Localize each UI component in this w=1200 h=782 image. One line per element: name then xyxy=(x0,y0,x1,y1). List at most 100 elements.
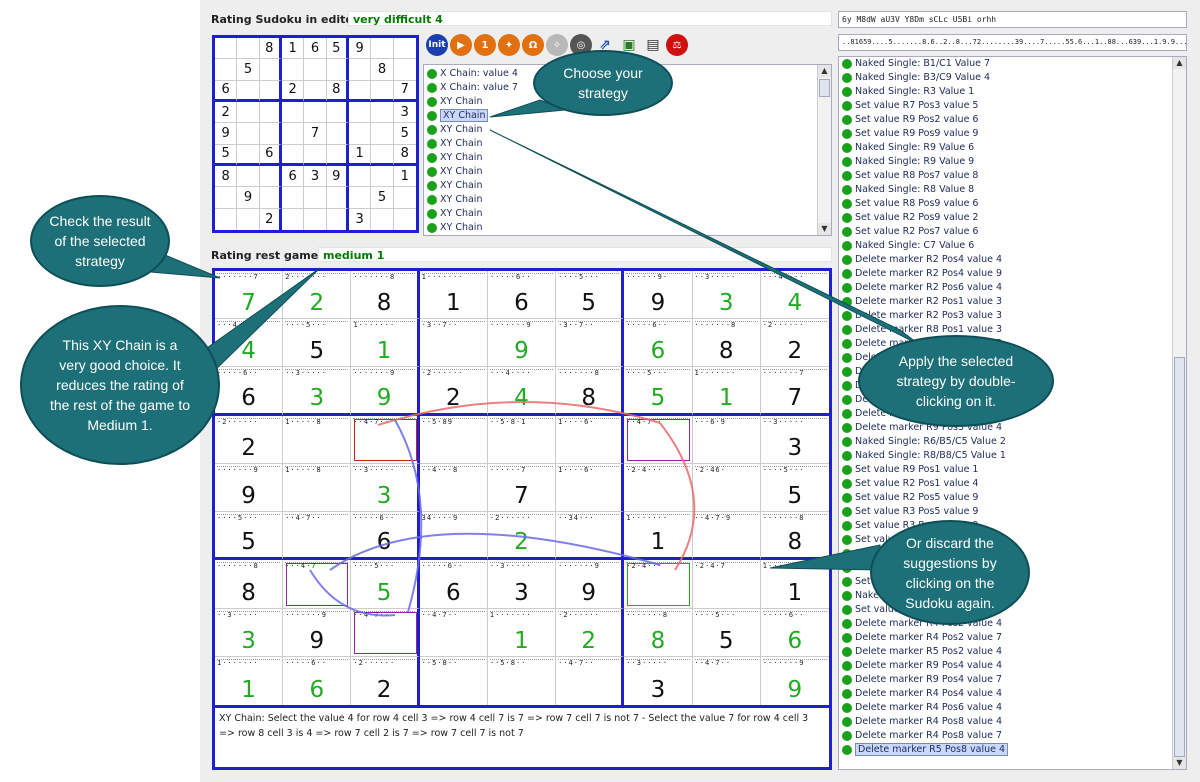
rest-cell[interactable]: ·····6·· 6 xyxy=(487,271,557,320)
rest-cell[interactable]: 1····6· xyxy=(556,463,625,513)
editor-cell[interactable] xyxy=(349,80,372,102)
editor-cell[interactable]: 5 xyxy=(326,38,349,60)
rest-cell[interactable]: ····5··· 5 xyxy=(351,560,420,609)
strategy-item[interactable]: XY Chain xyxy=(424,165,831,179)
editor-cell[interactable] xyxy=(304,208,327,230)
rest-cell[interactable]: 1······· 1 xyxy=(760,560,829,609)
editor-cell[interactable] xyxy=(371,144,394,166)
editor-cell[interactable] xyxy=(282,144,305,166)
editor-cell[interactable] xyxy=(349,59,372,81)
editor-cell[interactable] xyxy=(326,102,349,124)
editor-cell[interactable]: 1 xyxy=(393,166,416,188)
step-item[interactable]: Set value R9 Pos1 value 1 xyxy=(839,463,1186,477)
editor-cell[interactable]: 9 xyxy=(349,38,372,60)
step-item[interactable]: Delete marker R9 Pos3 value 4 xyxy=(839,421,1186,435)
rest-cell[interactable]: ·····6·· 6 xyxy=(351,512,420,561)
editor-cell[interactable]: 8 xyxy=(393,145,416,166)
editor-cell[interactable] xyxy=(237,102,260,124)
editor-cell[interactable]: 6 xyxy=(304,38,327,60)
rest-cell[interactable]: ·······8 8 xyxy=(351,271,420,320)
step-item[interactable]: Delete marker R4 Pos6 value 4 xyxy=(839,701,1186,715)
editor-cell[interactable] xyxy=(237,166,260,188)
step-item[interactable]: Set value R2 Pos9 value 2 xyxy=(839,211,1186,225)
rest-cell[interactable]: ·2······ 2 xyxy=(556,608,625,657)
step-item[interactable]: Set value R2 Pos1 value 4 xyxy=(839,477,1186,491)
step-item[interactable]: Delete marker R2 Pos1 value 3 xyxy=(839,295,1186,309)
editor-cell[interactable]: 9 xyxy=(326,166,349,188)
scale-icon[interactable]: ⚖ xyxy=(666,34,688,56)
editor-cell[interactable] xyxy=(326,59,349,81)
rest-cell[interactable]: ·2·46· xyxy=(692,463,761,513)
editor-cell[interactable] xyxy=(371,123,394,145)
editor-cell[interactable]: 3 xyxy=(304,166,327,188)
editor-cell[interactable]: 3 xyxy=(349,208,372,230)
editor-cell[interactable]: 7 xyxy=(304,123,327,145)
editor-cell[interactable] xyxy=(259,80,282,102)
rest-cell[interactable]: ····5··· 5 xyxy=(556,271,625,320)
step-item[interactable]: Delete marker R9 Pos4 value 7 xyxy=(839,673,1186,687)
editor-cell[interactable]: 5 xyxy=(237,59,260,81)
runner-icon[interactable]: ✦ xyxy=(498,34,520,56)
rest-cell[interactable]: ·····6·· 6 xyxy=(624,319,693,368)
rest-cell[interactable]: 2······· 2 xyxy=(283,271,352,320)
step-item[interactable]: Naked Single: R3 Value 1 xyxy=(839,85,1186,99)
editor-cell[interactable]: 5 xyxy=(215,144,238,166)
editor-cell[interactable] xyxy=(349,102,372,124)
rest-cell[interactable]: ····5··· 5 xyxy=(283,319,352,368)
step-item[interactable]: Delete marker R2 Pos4 value 9 xyxy=(839,267,1186,281)
editor-cell[interactable] xyxy=(326,123,349,145)
step-item[interactable]: Set value R3 Pos5 value 9 xyxy=(839,505,1186,519)
rest-cell[interactable]: ··4·7·· xyxy=(283,512,352,561)
step-item[interactable]: Delete marker R2 Pos4 value 4 xyxy=(839,253,1186,267)
rest-cell[interactable]: ··4·7·· xyxy=(624,415,693,464)
step-item[interactable]: Delete marker R8 Pos1 value 3 xyxy=(839,323,1186,337)
rest-cell[interactable]: ·······8 8 xyxy=(692,319,761,368)
rest-cell[interactable]: ··3····· 3 xyxy=(760,416,829,464)
editor-cell[interactable]: 6 xyxy=(259,144,282,166)
editor-cell[interactable] xyxy=(304,187,327,209)
editor-cell[interactable]: 8 xyxy=(215,166,238,188)
editor-cell[interactable] xyxy=(259,123,282,145)
editor-cell[interactable] xyxy=(282,59,305,81)
strategy-item[interactable]: XY Chain xyxy=(424,193,831,207)
editor-cell[interactable] xyxy=(282,208,305,230)
editor-cell[interactable] xyxy=(259,59,282,81)
rest-cell[interactable]: ··34··· xyxy=(556,512,625,561)
editor-cell[interactable] xyxy=(259,166,282,188)
rest-cell[interactable]: 1······· 1 xyxy=(351,319,420,368)
rest-cell[interactable]: ···4·7 xyxy=(283,560,352,609)
editor-cell[interactable] xyxy=(371,80,394,102)
rest-cell[interactable]: ·······9 9 xyxy=(283,608,352,657)
editor-cell[interactable] xyxy=(371,166,394,188)
editor-cell[interactable]: 6 xyxy=(215,80,238,102)
walker-icon[interactable]: ✧ xyxy=(546,34,568,56)
init-icon[interactable]: Init xyxy=(426,34,448,56)
step-item[interactable]: Delete marker R5 Pos8 value 4 xyxy=(839,743,1186,757)
rest-cell[interactable]: ···4···· 4 xyxy=(760,271,829,320)
rest-cell[interactable]: ··4·7·· xyxy=(556,656,625,705)
rest-cell[interactable]: ·····6·· 6 xyxy=(283,656,352,705)
step-item[interactable]: Set value R9 Pos2 value 6 xyxy=(839,113,1186,127)
editor-cell[interactable] xyxy=(237,123,260,145)
strategy-item[interactable]: XY Chain xyxy=(424,151,831,165)
rest-cell[interactable]: ····5··· 5 xyxy=(215,512,284,561)
one-step-icon[interactable]: 1 xyxy=(474,34,496,56)
strategy-list-scrollbar[interactable]: ▲ ▼ xyxy=(817,65,831,235)
editor-cell[interactable] xyxy=(371,102,394,124)
editor-cell[interactable]: 6 xyxy=(282,166,305,188)
rest-cell[interactable]: ·······7 7 xyxy=(215,271,284,320)
rest-cell[interactable]: 1······· 1 xyxy=(215,656,284,705)
editor-cell[interactable] xyxy=(237,208,260,230)
editor-cell[interactable] xyxy=(215,59,238,81)
editor-cell[interactable]: 8 xyxy=(371,59,394,81)
rest-cell[interactable]: ··3····· 3 xyxy=(283,367,352,416)
editor-cell[interactable] xyxy=(393,59,416,81)
step-item[interactable]: Delete marker R4 Pos8 value 7 xyxy=(839,729,1186,743)
rest-cell[interactable]: ·3··7·· xyxy=(419,319,488,368)
strategy-item[interactable]: XY Chain xyxy=(424,235,831,236)
rest-cell[interactable]: ··5·8·· xyxy=(488,656,557,705)
editor-cell[interactable] xyxy=(282,123,305,145)
editor-cell[interactable] xyxy=(237,80,260,102)
rest-cell[interactable]: ·······8 8 xyxy=(760,512,829,561)
editor-cell[interactable] xyxy=(304,80,327,102)
